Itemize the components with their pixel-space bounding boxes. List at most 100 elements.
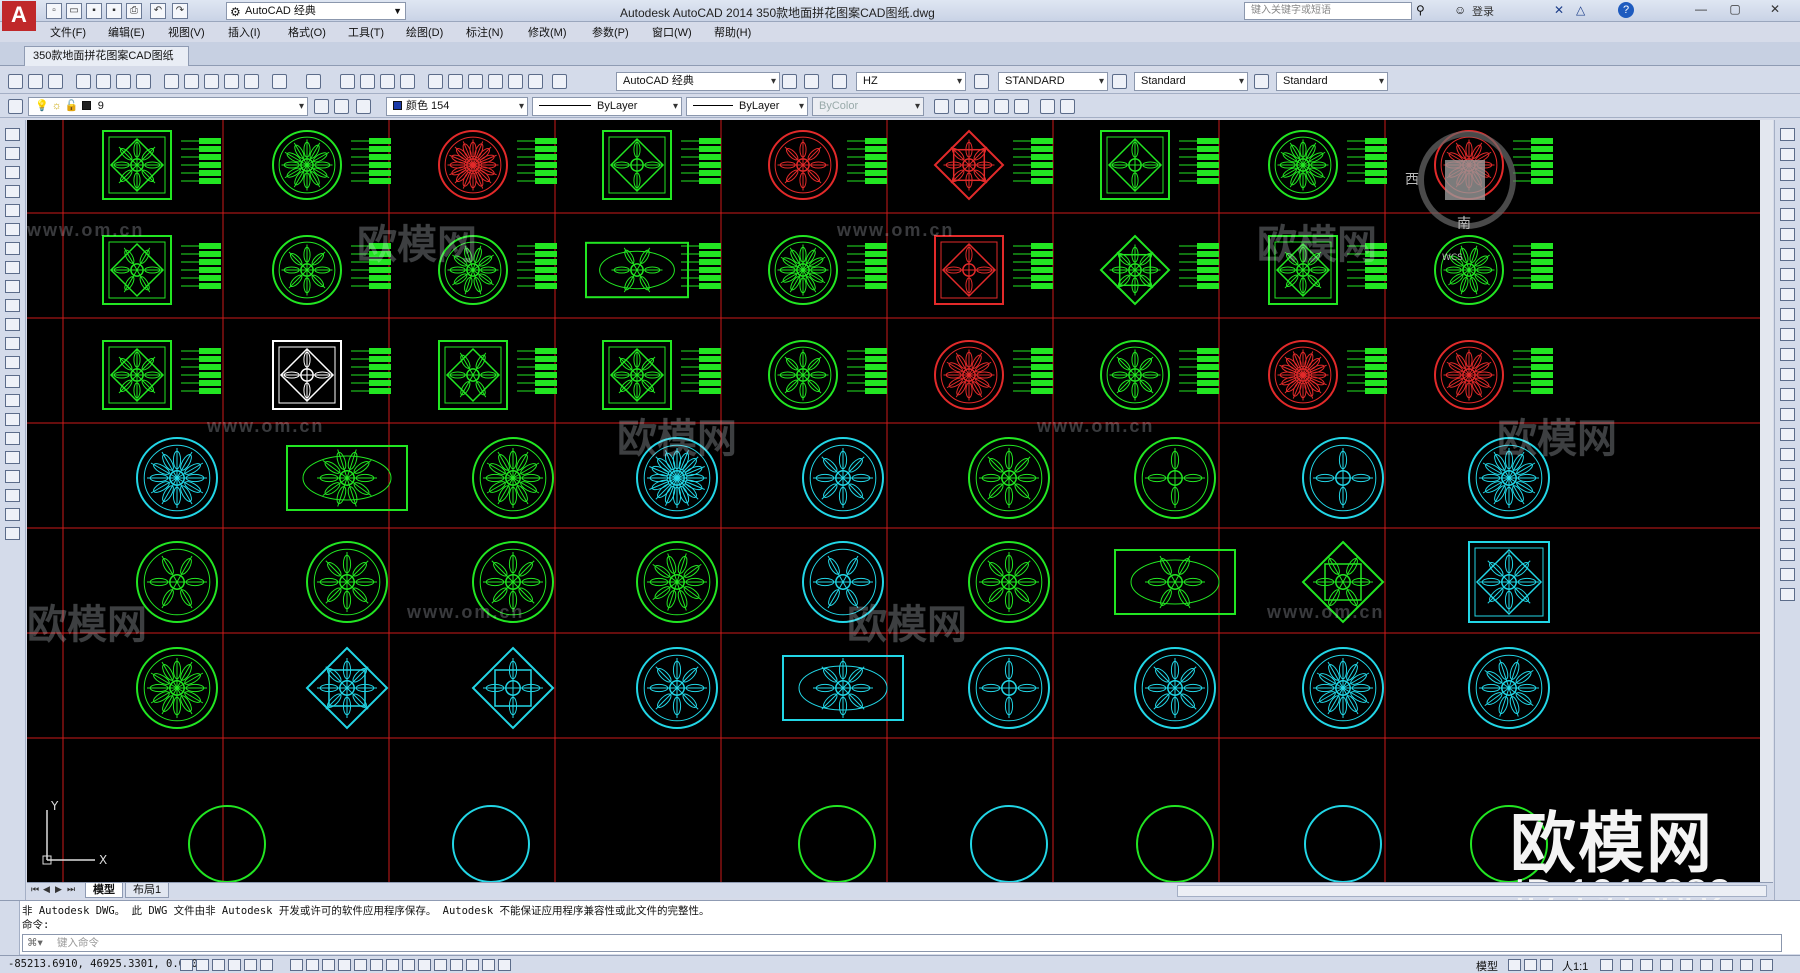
model-space-button[interactable]: 模型 [1476,958,1498,973]
command-customize-icon[interactable]: ⌘▾ [27,935,43,951]
status-toggle-icon[interactable] [418,959,431,971]
status-toggle-icon[interactable] [354,959,367,971]
orbit-icon[interactable] [954,99,969,114]
command-input[interactable]: ⌘▾ 键入命令 [22,934,1782,952]
user-icon[interactable]: ☺ [1454,3,1466,17]
text-style-combo[interactable]: HZ [856,72,966,91]
draw-tool-icon[interactable] [5,356,20,369]
status-toggle-icon[interactable] [1640,959,1653,971]
layer-state-icon[interactable] [356,99,371,114]
modify-tool-icon[interactable] [1780,348,1795,361]
layer-previous-icon[interactable] [334,99,349,114]
status-toggle-icon[interactable] [260,959,273,971]
copy-icon[interactable] [184,74,199,89]
redo-icon[interactable] [306,74,321,89]
modify-tool-icon[interactable] [1780,408,1795,421]
help-icon[interactable] [552,74,567,89]
help-icon[interactable]: ? [1618,2,1634,18]
modify-tool-icon[interactable] [1780,328,1795,341]
open-file-icon[interactable]: ▭ [66,3,82,19]
modify-tool-icon[interactable] [1780,488,1795,501]
save-as-icon[interactable]: ▪ [106,3,122,19]
zoom-realtime-icon[interactable] [360,74,375,89]
status-toggle-icon[interactable] [338,959,351,971]
save-icon[interactable]: ▪ [86,3,102,19]
menu-dimension[interactable]: 标注(N) [466,24,503,40]
status-toggle-icon[interactable] [244,959,257,971]
open-icon[interactable] [28,74,43,89]
menu-modify[interactable]: 修改(M) [528,24,567,40]
modify-tool-icon[interactable] [1780,308,1795,321]
a360-icon[interactable]: △ [1576,3,1585,17]
workspace-selector[interactable]: ⚙ AutoCAD 经典 ▼ [226,2,406,20]
draw-tool-icon[interactable] [5,204,20,217]
qnew-icon[interactable] [8,74,23,89]
login-link[interactable]: 登录 [1472,3,1494,19]
status-toggle-icon[interactable] [402,959,415,971]
status-toggle-icon[interactable] [1760,959,1773,971]
menu-window[interactable]: 窗口(W) [652,24,692,40]
modify-tool-icon[interactable] [1780,368,1795,381]
quickcalc-icon[interactable] [528,74,543,89]
match-properties-icon[interactable] [224,74,239,89]
annotation-scale[interactable]: 人1:1 [1562,958,1588,973]
modify-tool-icon[interactable] [1780,568,1795,581]
draw-tool-icon[interactable] [5,280,20,293]
design-center-icon[interactable] [448,74,463,89]
next-tab-icon[interactable]: ▶ [55,884,62,895]
modify-tool-icon[interactable] [1780,388,1795,401]
status-toggle-icon[interactable] [434,959,447,971]
prev-tab-icon[interactable]: ◀ [43,884,50,895]
modify-tool-icon[interactable] [1780,148,1795,161]
status-toggle-icon[interactable] [386,959,399,971]
document-tab[interactable]: 350款地面拼花图案CAD图纸 [24,46,189,66]
modify-tool-icon[interactable] [1780,448,1795,461]
draw-tool-icon[interactable] [5,185,20,198]
modify-tool-icon[interactable] [1780,288,1795,301]
close-button[interactable]: ✕ [1758,2,1792,18]
light-icon[interactable] [1060,99,1075,114]
minimize-button[interactable]: — [1690,2,1712,18]
horizontal-scrollbar[interactable] [1177,885,1767,897]
table-style-icon[interactable] [1112,74,1127,89]
dim-style-combo[interactable]: STANDARD [998,72,1108,91]
save-workspace-icon[interactable] [804,74,819,89]
undo-icon[interactable] [272,74,287,89]
draw-tool-icon[interactable] [5,318,20,331]
multileader-style-icon[interactable] [1254,74,1269,89]
modify-tool-icon[interactable] [1780,128,1795,141]
redo-icon[interactable]: ↷ [172,3,188,19]
draw-tool-icon[interactable] [5,451,20,464]
draw-tool-icon[interactable] [5,527,20,540]
pan-icon[interactable] [340,74,355,89]
tab-layout1[interactable]: 布局1 [125,883,170,898]
draw-tool-icon[interactable] [5,375,20,388]
first-tab-icon[interactable]: ⏮ [31,884,39,895]
status-toggle-icon[interactable] [1508,959,1521,971]
status-toggle-icon[interactable] [212,959,225,971]
status-toggle-icon[interactable] [306,959,319,971]
draw-tool-icon[interactable] [5,489,20,502]
plot-icon[interactable]: ⎙ [126,3,142,19]
zoom-window-icon[interactable] [380,74,395,89]
modify-tool-icon[interactable] [1780,268,1795,281]
status-toggle-icon[interactable] [180,959,193,971]
color-combo[interactable]: 颜色 154 [386,97,528,116]
plot-icon[interactable] [76,74,91,89]
linetype-combo[interactable]: ByLayer [532,97,682,116]
workspace-settings-icon[interactable] [782,74,797,89]
zoom-previous-icon[interactable] [400,74,415,89]
menu-file[interactable]: 文件(F) [50,24,86,40]
menu-tools[interactable]: 工具(T) [348,24,384,40]
markup-icon[interactable] [508,74,523,89]
undo-icon[interactable]: ↶ [150,3,166,19]
draw-tool-icon[interactable] [5,508,20,521]
table-style-combo[interactable]: Standard [1134,72,1248,91]
modify-tool-icon[interactable] [1780,188,1795,201]
status-toggle-icon[interactable] [1720,959,1733,971]
status-toggle-icon[interactable] [196,959,209,971]
cut-icon[interactable] [164,74,179,89]
block-editor-icon[interactable] [244,74,259,89]
application-menu-button[interactable]: A [2,1,36,31]
modify-tool-icon[interactable] [1780,248,1795,261]
